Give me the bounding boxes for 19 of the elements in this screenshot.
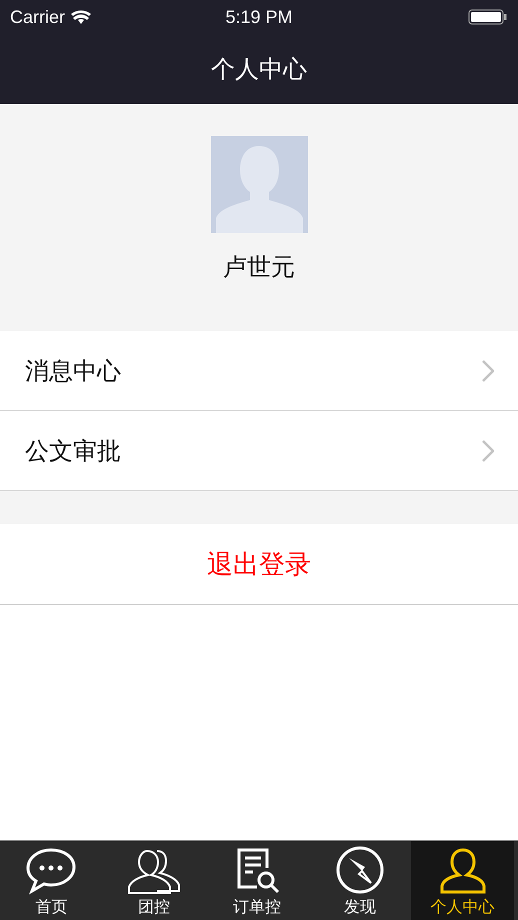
chevron-right-icon: [482, 360, 494, 382]
tab-item[interactable]: 团控: [102, 841, 206, 920]
wifi-icon: [71, 10, 92, 24]
menu-item[interactable]: 消息中心: [0, 331, 518, 411]
tab-item[interactable]: 首页: [0, 841, 103, 920]
page-title: 个人中心: [211, 54, 307, 85]
tab-item[interactable]: 个人中心: [411, 841, 514, 920]
chat-bubble-icon: [25, 847, 78, 895]
status-time: 5:19 PM: [225, 6, 293, 28]
avatar-icon: [210, 136, 308, 233]
person-icon: [438, 847, 487, 895]
tab-item[interactable]: 订单控: [206, 841, 308, 920]
user-name: 卢世元: [223, 252, 295, 283]
people-icon: [127, 847, 182, 895]
chevron-right-icon: [482, 440, 494, 462]
battery-icon: [468, 9, 508, 25]
tab-item[interactable]: 发现: [308, 841, 412, 920]
carrier-name: Carrier: [10, 6, 66, 28]
compass-icon: [334, 845, 385, 895]
